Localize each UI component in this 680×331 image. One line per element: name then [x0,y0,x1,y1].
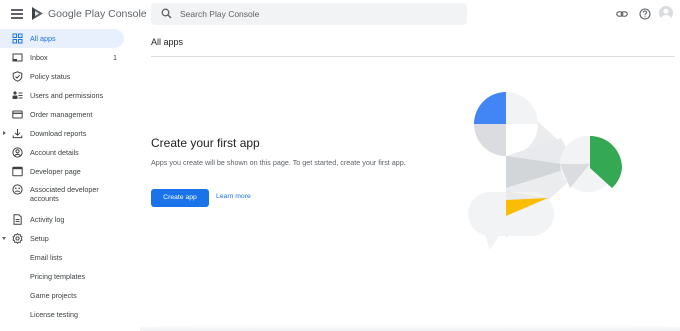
empty-state-description: Apps you create will be shown on this pa… [151,158,406,167]
sidebar-item-policy-status[interactable]: Policy status [0,67,124,86]
sidebar-item-label: Developer page [30,167,81,176]
sidebar-item-setup[interactable]: Setup [0,229,124,248]
create-app-button[interactable]: Create app [151,189,209,207]
sidebar-item-license-testing[interactable]: License testing [0,305,124,324]
product-name: Google Play Console [48,8,147,20]
search-input[interactable]: Search Play Console [151,3,467,25]
sidebar-item-label: Account details [30,148,79,157]
learn-more-link[interactable]: Learn more [216,193,251,200]
apps-grid-icon [12,33,23,44]
card-icon [12,110,23,119]
sidebar-item-label: Associated developer accounts [30,185,99,203]
search-icon [161,8,172,19]
account-icon [12,147,23,158]
linked-accounts-icon [12,184,23,195]
users-icon [12,91,23,99]
sidebar-item-label: License testing [30,310,78,319]
sidebar-item-label: Order management [30,110,93,119]
divider [151,56,675,57]
link-icon[interactable] [616,8,628,20]
sidebar-item-label: Policy status [30,72,71,81]
page-title: All apps [151,37,184,47]
sidebar: All apps Inbox 1 Policy status Users and… [0,29,140,331]
empty-state-illustration [468,92,622,250]
sidebar-item-email-lists[interactable]: Email lists [0,248,124,267]
sidebar-item-label: Email lists [30,253,63,262]
sidebar-item-developer-page[interactable]: Developer page [0,162,124,181]
gear-icon [12,233,23,244]
empty-state-title: Create your first app [151,136,260,150]
document-icon [13,214,22,225]
download-icon [12,129,23,139]
web-page-icon [12,166,23,177]
avatar[interactable] [659,6,673,20]
sidebar-item-download-reports[interactable]: Download reports [0,124,124,143]
sidebar-item-order-management[interactable]: Order management [0,105,124,124]
shield-icon [12,71,23,82]
expand-arrow-icon[interactable] [3,131,6,135]
sidebar-item-activity-log[interactable]: Activity log [0,210,124,229]
inbox-icon [12,53,23,62]
sidebar-item-account-details[interactable]: Account details [0,143,124,162]
sidebar-item-label: Game projects [30,291,77,300]
footer-shadow [140,324,680,331]
help-icon[interactable] [639,8,651,20]
sidebar-item-pricing-templates[interactable]: Pricing templates [0,267,124,286]
menu-icon[interactable] [11,9,23,19]
sidebar-item-label: All apps [30,34,56,43]
sidebar-item-inbox[interactable]: Inbox 1 [0,48,124,67]
sidebar-item-label: Inbox [30,53,48,62]
sidebar-item-users-permissions[interactable]: Users and permissions [0,86,124,105]
sidebar-item-game-projects[interactable]: Game projects [0,286,124,305]
collapse-arrow-icon[interactable] [2,237,6,240]
top-app-bar: Google Play Console Search Play Console [0,0,680,28]
play-console-logo[interactable] [31,6,44,21]
inbox-count-badge: 1 [113,53,117,62]
sidebar-item-label: Users and permissions [30,91,104,100]
sidebar-item-all-apps[interactable]: All apps [0,29,124,48]
sidebar-item-label: Setup [30,234,49,243]
sidebar-item-associated-developer-accounts[interactable]: Associated developer accounts [0,181,124,209]
search-placeholder: Search Play Console [180,9,260,19]
sidebar-item-label: Pricing templates [30,272,86,281]
sidebar-item-label: Download reports [30,129,87,138]
sidebar-item-label: Activity log [30,215,65,224]
person-icon [661,8,671,20]
